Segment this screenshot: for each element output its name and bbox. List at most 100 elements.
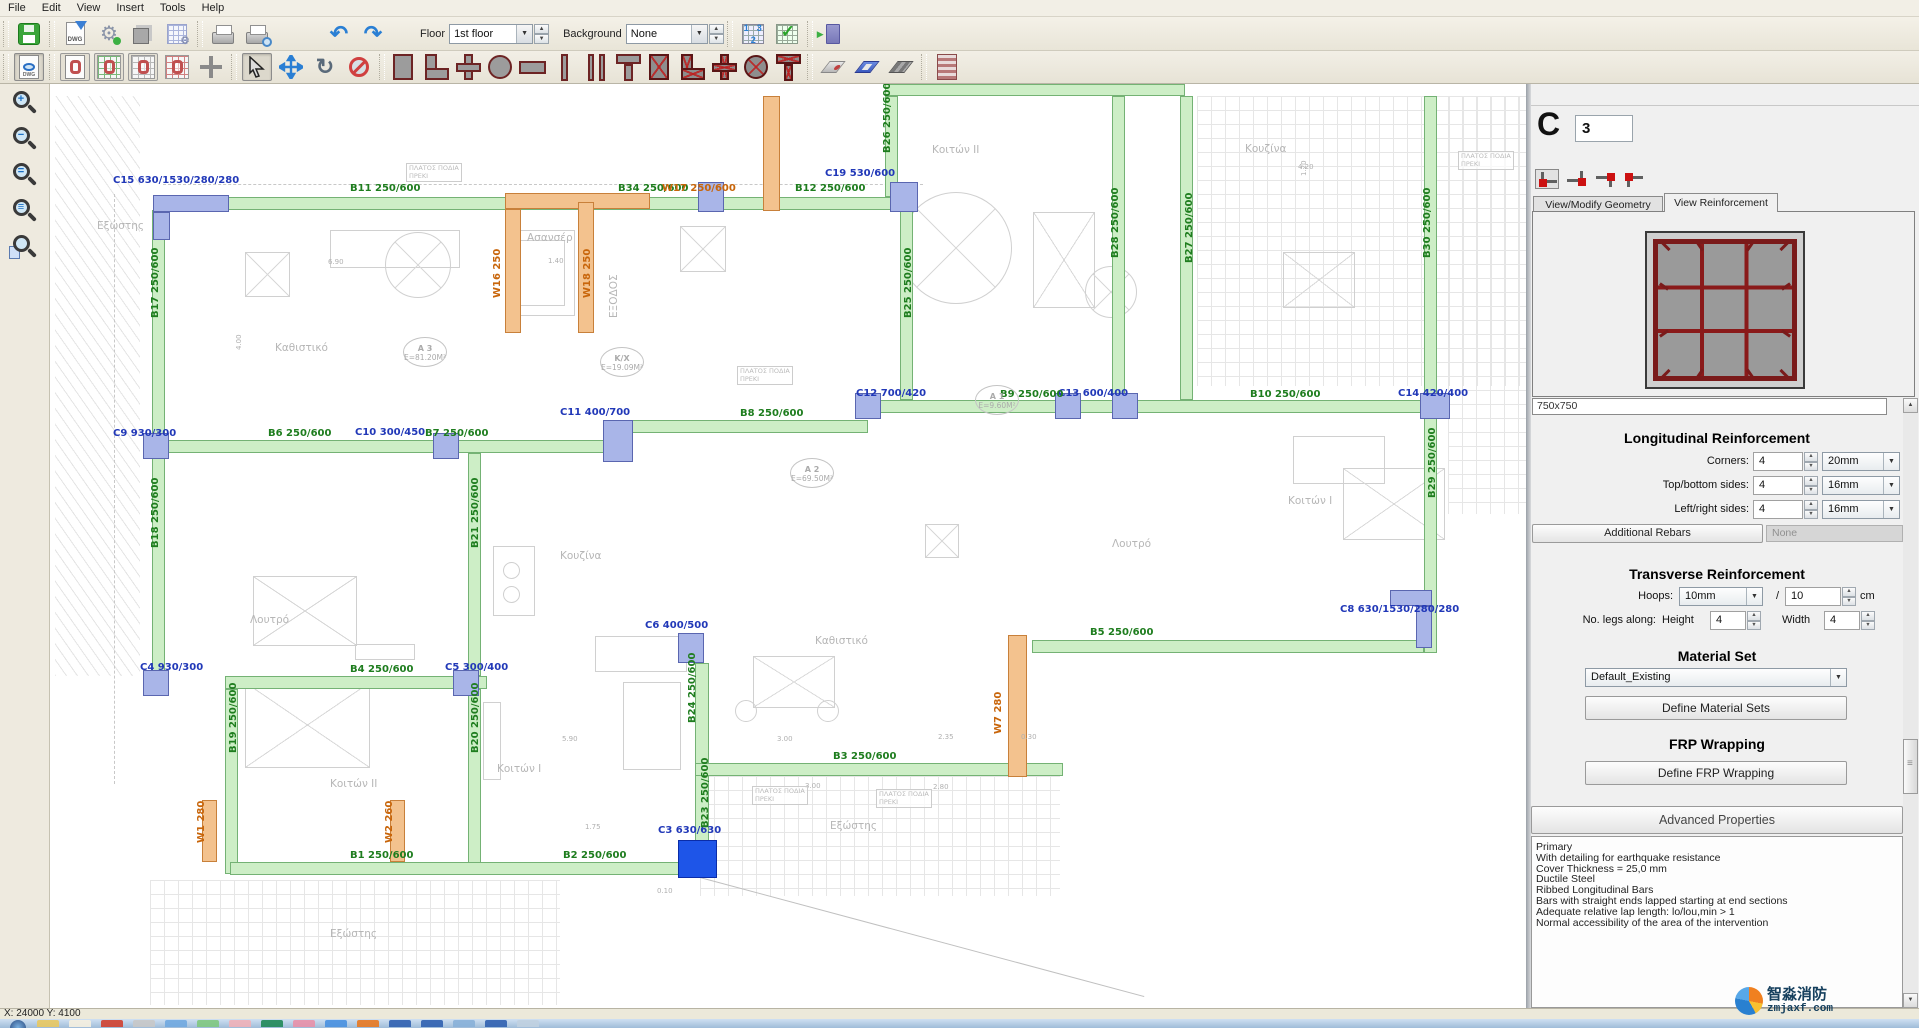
- long-diameter-dropdown[interactable]: 16mm▼: [1822, 476, 1900, 495]
- grid-column-green-button[interactable]: [94, 53, 124, 81]
- zoom-window-icon[interactable]: [10, 234, 40, 264]
- legs-width-input[interactable]: 4: [1824, 611, 1860, 630]
- taskbar-app-icon[interactable]: [229, 1020, 251, 1027]
- taskbar-app-icon[interactable]: [261, 1020, 283, 1027]
- drawing-canvas[interactable]: C15 630/1530/280/280C19 530/600C9 930/30…: [50, 84, 1526, 1008]
- rebar-corner-icon-2[interactable]: [1564, 169, 1588, 189]
- menu-edit[interactable]: Edit: [34, 1, 69, 15]
- plan-column[interactable]: [603, 420, 633, 462]
- taskbar-app-icon[interactable]: [165, 1020, 187, 1027]
- redo-button[interactable]: ↷: [358, 20, 388, 48]
- menu-insert[interactable]: Insert: [108, 1, 152, 15]
- plan-column[interactable]: [153, 195, 229, 212]
- menu-help[interactable]: Help: [194, 1, 233, 15]
- rebar-corner-icon-3[interactable]: [1593, 169, 1617, 189]
- long-count-stepper[interactable]: ▲▼: [1804, 476, 1818, 495]
- column-cross-button[interactable]: [453, 52, 483, 83]
- slab-flat-button[interactable]: [818, 53, 848, 81]
- taskbar-app-icon[interactable]: [421, 1020, 443, 1027]
- plan-wall[interactable]: [1008, 635, 1027, 777]
- view-dwg-underlay-button[interactable]: DWG: [14, 53, 44, 81]
- wall-double-button[interactable]: [581, 52, 611, 83]
- long-count-stepper[interactable]: ▲▼: [1804, 500, 1818, 519]
- column-circle-existing-button[interactable]: [741, 52, 771, 83]
- zoom-extents-icon[interactable]: =: [10, 162, 40, 192]
- long-diameter-dropdown[interactable]: 20mm▼: [1822, 452, 1900, 471]
- menu-view[interactable]: View: [69, 1, 109, 15]
- windows-taskbar[interactable]: [0, 1019, 1919, 1028]
- taskbar-app-icon[interactable]: [325, 1020, 347, 1027]
- print-preview-button[interactable]: [242, 20, 272, 48]
- menu-tools[interactable]: Tools: [152, 1, 194, 15]
- column-cross-existing-button[interactable]: [709, 52, 739, 83]
- scroll-up-button[interactable]: ▲: [1903, 398, 1918, 413]
- renumber-grid-button[interactable]: 132: [738, 20, 768, 48]
- plan-beam[interactable]: [610, 420, 868, 433]
- exit-button[interactable]: [818, 20, 848, 48]
- additional-rebars-button[interactable]: Additional Rebars: [1532, 524, 1763, 543]
- grid-column-red-button[interactable]: [162, 53, 192, 81]
- define-material-sets-button[interactable]: Define Material Sets: [1585, 696, 1847, 720]
- tab-view-reinforcement[interactable]: View Reinforcement: [1664, 193, 1778, 212]
- legs-width-stepper[interactable]: ▲▼: [1861, 611, 1875, 630]
- column-number-input[interactable]: 3: [1575, 115, 1633, 142]
- floor-stepper[interactable]: ▲▼: [534, 24, 549, 44]
- long-count-stepper[interactable]: ▲▼: [1804, 452, 1818, 471]
- column-tee-existing-button[interactable]: [773, 52, 803, 83]
- scroll-down-button[interactable]: ▼: [1903, 993, 1918, 1008]
- taskbar-app-icon[interactable]: [389, 1020, 411, 1027]
- legs-height-input[interactable]: 4: [1710, 611, 1746, 630]
- tab-view-modify-geometry[interactable]: View/Modify Geometry: [1533, 196, 1663, 212]
- plan-wall[interactable]: [505, 209, 521, 333]
- column-tee-button[interactable]: [613, 52, 643, 83]
- taskbar-app-icon[interactable]: [197, 1020, 219, 1027]
- view-3d-button[interactable]: [128, 20, 158, 48]
- plan-beam[interactable]: [855, 400, 1450, 413]
- column-l-existing-button[interactable]: [677, 52, 707, 83]
- plan-beam[interactable]: [1032, 640, 1424, 653]
- section-size-value[interactable]: 750x750: [1532, 398, 1887, 415]
- grid-cross-button[interactable]: [196, 53, 226, 81]
- undo-button[interactable]: ↶: [324, 20, 354, 48]
- taskbar-app-icon[interactable]: [133, 1020, 155, 1027]
- hoops-spacing-stepper[interactable]: ▲▼: [1842, 587, 1856, 606]
- select-button[interactable]: [242, 53, 272, 81]
- rebar-corner-icon-1[interactable]: [1535, 169, 1559, 189]
- taskbar-app-icon[interactable]: [357, 1020, 379, 1027]
- plan-column[interactable]: [143, 670, 169, 696]
- rebar-corner-icon-4[interactable]: [1622, 169, 1646, 189]
- panel-scrollbar-track[interactable]: [1903, 413, 1918, 993]
- advanced-properties-header[interactable]: Advanced Properties: [1531, 806, 1903, 834]
- floor-dropdown[interactable]: 1st floor▼: [449, 24, 533, 44]
- long-count-input[interactable]: 4: [1753, 476, 1803, 495]
- taskbar-app-icon[interactable]: [69, 1020, 91, 1027]
- plan-beam[interactable]: [225, 676, 487, 689]
- plan-column[interactable]: [153, 212, 170, 240]
- column-wide-rect-button[interactable]: [517, 52, 547, 83]
- slab-ramp-button[interactable]: [886, 53, 916, 81]
- plan-beam[interactable]: [145, 440, 632, 453]
- long-count-input[interactable]: 4: [1753, 500, 1803, 519]
- taskbar-app-icon[interactable]: [101, 1020, 123, 1027]
- taskbar-app-icon[interactable]: [485, 1020, 507, 1027]
- legs-height-stepper[interactable]: ▲▼: [1747, 611, 1761, 630]
- long-diameter-dropdown[interactable]: 16mm▼: [1822, 500, 1900, 519]
- column-rect-button[interactable]: [389, 52, 419, 83]
- settings-button[interactable]: ⚙: [94, 20, 124, 48]
- taskbar-app-icon[interactable]: [293, 1020, 315, 1027]
- start-orb-icon[interactable]: [10, 1020, 26, 1028]
- menu-file[interactable]: File: [0, 1, 34, 15]
- zoom-in-icon[interactable]: +: [10, 90, 40, 120]
- print-button[interactable]: [208, 20, 238, 48]
- export-dwg-button[interactable]: DWG: [60, 20, 90, 48]
- column-circle-button[interactable]: [485, 52, 515, 83]
- delete-button[interactable]: [344, 53, 374, 81]
- long-count-input[interactable]: 4: [1753, 452, 1803, 471]
- taskbar-app-icon[interactable]: [37, 1020, 59, 1027]
- grid-settings-button[interactable]: ⚙: [162, 20, 192, 48]
- plan-beam[interactable]: [885, 84, 1185, 96]
- background-dropdown[interactable]: None▼: [626, 24, 708, 44]
- save-button[interactable]: [14, 20, 44, 48]
- background-stepper[interactable]: ▲▼: [709, 24, 724, 44]
- define-frp-wrapping-button[interactable]: Define FRP Wrapping: [1585, 761, 1847, 785]
